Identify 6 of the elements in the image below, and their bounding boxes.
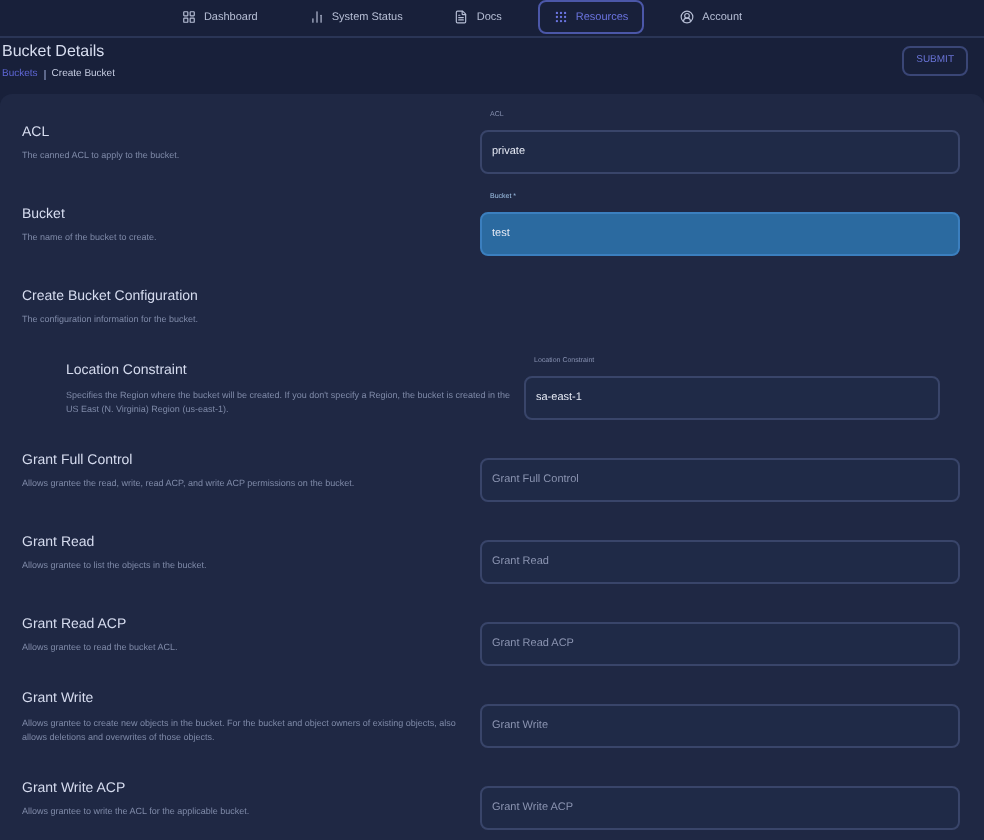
page-title: Bucket Details <box>2 39 107 64</box>
document-icon <box>454 10 469 25</box>
dots-grid-icon <box>553 10 568 25</box>
bar-chart-icon <box>309 10 324 25</box>
user-circle-icon <box>680 10 695 25</box>
grid-icon <box>181 10 196 25</box>
